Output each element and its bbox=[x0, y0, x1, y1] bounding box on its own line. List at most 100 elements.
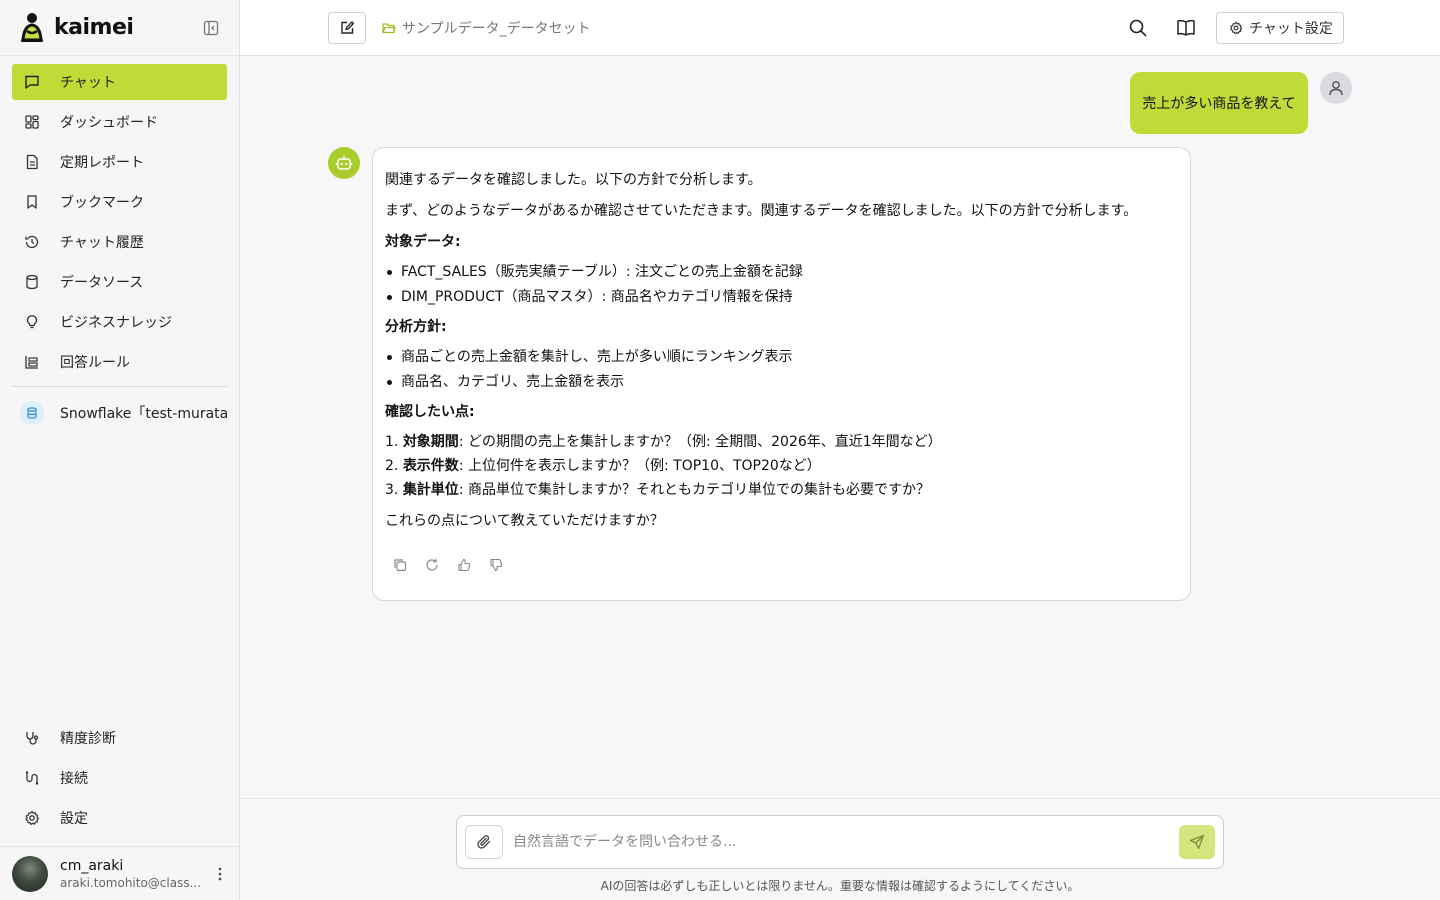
message-actions bbox=[393, 558, 521, 572]
target-heading: 対象データ: bbox=[385, 234, 461, 250]
copy-icon[interactable] bbox=[393, 558, 407, 572]
sidebar-item-label: 接続 bbox=[60, 771, 88, 787]
gear-icon bbox=[24, 810, 40, 826]
confirm-list: 1. 対象期間: どの期間の売上を集計しますか？（例: 全期間、2026年、直近… bbox=[385, 432, 1178, 500]
connection-icon bbox=[24, 770, 40, 786]
bot-paragraph: 関連するデータを確認しました。以下の方針で分析します。 bbox=[385, 172, 762, 188]
sidebar-source-snowflake[interactable]: Snowflake「test-murata」 bbox=[12, 395, 227, 431]
thumbs-up-icon[interactable] bbox=[457, 558, 471, 572]
list-item: 商品名、カテゴリ、売上金額を表示 bbox=[385, 372, 1178, 392]
item-number: 3. bbox=[385, 482, 399, 498]
sidebar-item-settings[interactable]: 設定 bbox=[12, 800, 227, 836]
sidebar-item-label: ブックマーク bbox=[60, 195, 144, 211]
sidebar-item-label: ダッシュボード bbox=[60, 115, 158, 131]
list-item: DIM_PRODUCT（商品マスタ）: 商品名やカテゴリ情報を保持 bbox=[385, 287, 1178, 307]
list-item: 1. 対象期間: どの期間の売上を集計しますか？（例: 全期間、2026年、直近… bbox=[385, 432, 1178, 452]
sidebar-item-label: 精度診断 bbox=[60, 731, 116, 747]
sidebar-item-label: 定期レポート bbox=[60, 155, 144, 171]
kaimei-logo-icon bbox=[18, 12, 46, 44]
sidebar-item-label: チャット bbox=[60, 75, 116, 91]
item-number: 1. bbox=[385, 434, 399, 450]
disclaimer: AIの回答は必ずしも正しいとは限りません。重要な情報は確認するようにしてください… bbox=[600, 879, 1080, 893]
user-message-text: 売上が多い商品を教えて bbox=[1142, 96, 1296, 112]
sidebar-item-chat[interactable]: チャット bbox=[12, 64, 227, 100]
bot-paragraph: まず、どのようなデータがあるか確認させていただきます。関連するデータを確認しまし… bbox=[385, 203, 1138, 219]
edit-icon bbox=[339, 20, 355, 36]
item-term: 対象期間 bbox=[402, 434, 459, 450]
item-term: 集計単位 bbox=[402, 482, 459, 498]
user-profile[interactable]: cm_araki araki.tomohito@class... bbox=[0, 846, 239, 900]
stethoscope-icon bbox=[24, 730, 40, 746]
sidebar-item-reports[interactable]: 定期レポート bbox=[12, 144, 227, 180]
user-avatar-icon bbox=[1320, 72, 1352, 104]
list-item: 2. 表示件数: 上位何件を表示しますか？（例: TOP10、TOP20など） bbox=[385, 456, 1178, 476]
sidebar-item-knowledge[interactable]: ビジネスナレッジ bbox=[12, 304, 227, 340]
chat-settings-label: チャット設定 bbox=[1249, 21, 1333, 37]
composer-area: AIの回答は必ずしも正しいとは限りません。重要な情報は確認するようにしてください… bbox=[240, 798, 1440, 900]
list-item: FACT_SALES（販売実績テーブル）: 注文ごとの売上金額を記録 bbox=[385, 262, 1178, 282]
item-text: : どの期間の売上を集計しますか？（例: 全期間、2026年、直近1年間など） bbox=[458, 434, 942, 450]
rules-icon bbox=[24, 354, 40, 370]
sidebar-item-history[interactable]: チャット履歴 bbox=[12, 224, 227, 260]
list-item: 3. 集計単位: 商品単位で集計しますか？それともカテゴリ単位での集計も必要です… bbox=[385, 480, 1178, 500]
chat-icon bbox=[24, 74, 40, 90]
user-message: 売上が多い商品を教えて bbox=[1130, 72, 1308, 134]
folder-open-icon bbox=[382, 21, 396, 35]
sidebar-nav: チャット ダッシュボード 定期レポート ブックマーク チャット履歴 データソース… bbox=[0, 56, 239, 431]
item-text: : 上位何件を表示しますか？（例: TOP10、TOP20など） bbox=[458, 458, 821, 474]
new-chat-button[interactable] bbox=[328, 12, 366, 44]
send-button[interactable] bbox=[1179, 825, 1215, 859]
report-icon bbox=[24, 154, 40, 170]
target-list: FACT_SALES（販売実績テーブル）: 注文ごとの売上金額を記録 DIM_P… bbox=[385, 262, 1178, 307]
sidebar-item-label: 設定 bbox=[60, 811, 88, 827]
sidebar-divider bbox=[12, 386, 227, 387]
database-icon bbox=[24, 274, 40, 290]
top-header: サンプルデータ_データセット チャット設定 bbox=[240, 0, 1440, 56]
policy-list: 商品ごとの売上金額を集計し、売上が多い順にランキング表示 商品名、カテゴリ、売上… bbox=[385, 347, 1178, 392]
send-icon bbox=[1189, 834, 1205, 850]
user-info: cm_araki araki.tomohito@class... bbox=[60, 858, 200, 890]
sidebar-bottom-nav: 精度診断 接続 設定 bbox=[12, 720, 227, 840]
bot-paragraph: これらの点について教えていただけますか？ bbox=[385, 513, 664, 529]
sidebar-item-label: 回答ルール bbox=[60, 355, 130, 371]
brand[interactable]: kaimei bbox=[0, 0, 239, 56]
bot-avatar-icon bbox=[328, 147, 360, 179]
regenerate-icon[interactable] bbox=[425, 558, 439, 572]
chat-area: 売上が多い商品を教えて 関連するデータを確認しました。以下の方針で分析します。 … bbox=[240, 56, 1440, 798]
more-vertical-icon[interactable] bbox=[217, 866, 223, 882]
paperclip-icon bbox=[476, 834, 492, 850]
search-icon[interactable] bbox=[1128, 18, 1148, 38]
sidebar-item-label: ビジネスナレッジ bbox=[60, 315, 172, 331]
sidebar: kaimei チャット ダッシュボード 定期レポート ブックマーク チャット履歴… bbox=[0, 0, 240, 900]
sidebar-item-diagnostics[interactable]: 精度診断 bbox=[12, 720, 227, 756]
thumbs-down-icon[interactable] bbox=[489, 558, 503, 572]
source-label: Snowflake「test-murata」 bbox=[60, 406, 227, 422]
chat-input[interactable] bbox=[513, 831, 1153, 853]
brand-name: kaimei bbox=[54, 15, 134, 40]
composer bbox=[456, 815, 1224, 869]
sidebar-item-label: チャット履歴 bbox=[60, 235, 144, 251]
history-icon bbox=[24, 234, 40, 250]
policy-heading: 分析方針: bbox=[385, 319, 447, 335]
breadcrumb[interactable]: サンプルデータ_データセット bbox=[382, 18, 591, 38]
datasource-db-icon bbox=[20, 401, 44, 425]
list-item: 商品ごとの売上金額を集計し、売上が多い順にランキング表示 bbox=[385, 347, 1178, 367]
user-email: araki.tomohito@class... bbox=[60, 875, 200, 890]
sidebar-item-connection[interactable]: 接続 bbox=[12, 760, 227, 796]
attach-button[interactable] bbox=[465, 825, 503, 859]
sidebar-collapse-icon[interactable] bbox=[203, 20, 219, 36]
user-name: cm_araki bbox=[60, 857, 124, 874]
item-number: 2. bbox=[385, 458, 399, 474]
bot-message: 関連するデータを確認しました。以下の方針で分析します。 まず、どのようなデータが… bbox=[372, 147, 1191, 601]
breadcrumb-label: サンプルデータ_データセット bbox=[402, 21, 591, 37]
dashboard-icon bbox=[24, 114, 40, 130]
sidebar-item-datasource[interactable]: データソース bbox=[12, 264, 227, 300]
sidebar-item-rules[interactable]: 回答ルール bbox=[12, 344, 227, 380]
item-term: 表示件数 bbox=[402, 458, 459, 474]
item-text: : 商品単位で集計しますか？それともカテゴリ単位での集計も必要ですか？ bbox=[458, 482, 930, 498]
sidebar-item-bookmarks[interactable]: ブックマーク bbox=[12, 184, 227, 220]
chat-settings-button[interactable]: チャット設定 bbox=[1216, 12, 1344, 44]
book-open-icon[interactable] bbox=[1176, 18, 1196, 38]
confirm-heading: 確認したい点: bbox=[385, 404, 475, 420]
sidebar-item-dashboard[interactable]: ダッシュボード bbox=[12, 104, 227, 140]
